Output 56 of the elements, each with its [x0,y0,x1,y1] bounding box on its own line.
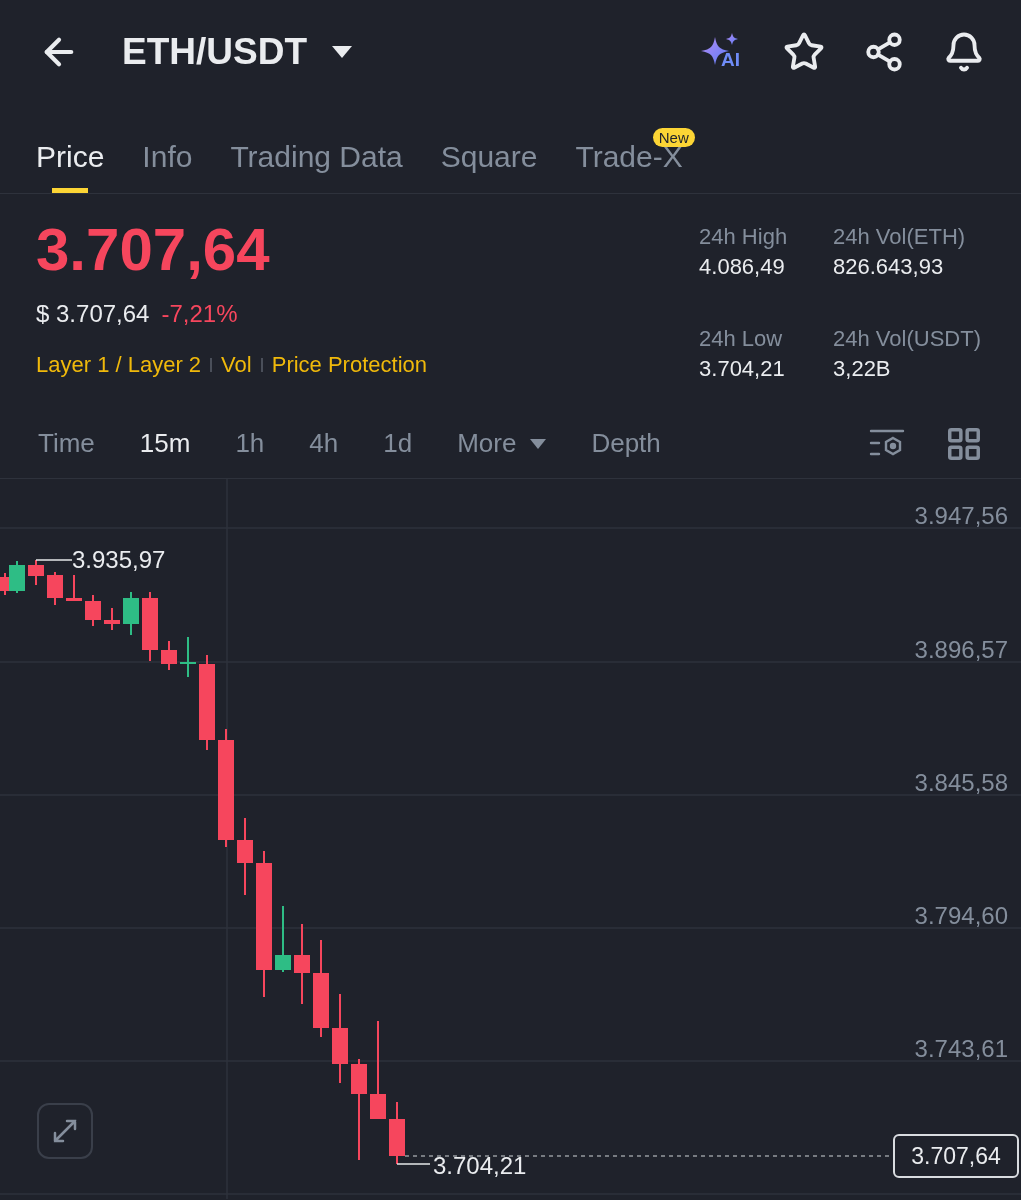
interval-tab[interactable]: Depth [591,424,661,463]
last-price-tag: 3.707,64 [893,1134,1019,1178]
interval-dropdown[interactable]: More [457,424,547,463]
candlestick [104,607,120,631]
stat-label: 24h Vol(ETH) [833,223,967,251]
new-badge: New [652,128,695,147]
tag-link[interactable]: Layer 1 / Layer 2 [36,348,202,381]
low-price-marker: 3.704,21 [433,1152,527,1179]
candlestick [9,560,25,594]
candlestick [47,571,63,606]
candlestick [85,594,101,627]
price-change: -7,21% [161,299,238,329]
tab[interactable]: Price [36,142,105,188]
last-price: 3.707,64 [36,220,271,280]
caret-icon [530,438,547,449]
tab[interactable]: Info [142,142,193,188]
share-icon[interactable] [863,31,905,73]
price-axis-label: 3.947,56 [914,502,1008,529]
notification-bell-icon[interactable] [943,31,985,73]
stat-value: 3.704,21 [699,354,786,383]
candlestick [389,1101,405,1165]
candlestick [28,559,44,586]
interval-tab[interactable]: 1d [383,424,413,463]
tag-link[interactable]: Vol [221,348,252,381]
leader-line [35,559,73,561]
candlestick [66,574,82,602]
tag-link[interactable]: Price Protection [271,348,427,381]
fiat-price: $ 3.707,64 [36,299,150,329]
price-axis-label: 3.794,60 [914,902,1008,929]
leader-line [396,1163,431,1165]
price-axis-label: 3.743,61 [914,1035,1008,1062]
interval-tab[interactable]: 4h [309,424,339,463]
tab-indicator [52,188,89,193]
caret-icon[interactable] [331,45,353,59]
expand-button[interactable] [37,1103,93,1159]
candlestick [275,905,291,973]
candlestick [161,640,177,671]
tab[interactable]: Square [440,142,538,188]
stat-label: 24h Low [699,324,784,353]
price-axis-label: 3.845,58 [914,769,1008,796]
price-axis-label: 3.896,57 [914,636,1008,663]
high-price-marker: 3.935,97 [72,546,166,573]
interval-tab[interactable]: Time [38,424,95,463]
pair-title[interactable]: ETH/USDT [122,24,307,80]
stat-value: 826.643,93 [833,253,945,281]
stat-value: 3,22B [833,354,892,383]
favorite-star-icon[interactable] [783,31,825,73]
interval-tab[interactable]: 1h [235,424,265,463]
stat-label: 24h Vol(USDT) [833,324,981,353]
stat-value: 4.086,49 [699,253,786,281]
tab[interactable]: Trading Data [230,142,403,188]
interval-tab[interactable]: 15m [139,424,191,463]
stat-label: 24h High [699,223,789,251]
candlestick [142,591,158,662]
candlestick [180,636,196,678]
candlestick [123,591,139,636]
